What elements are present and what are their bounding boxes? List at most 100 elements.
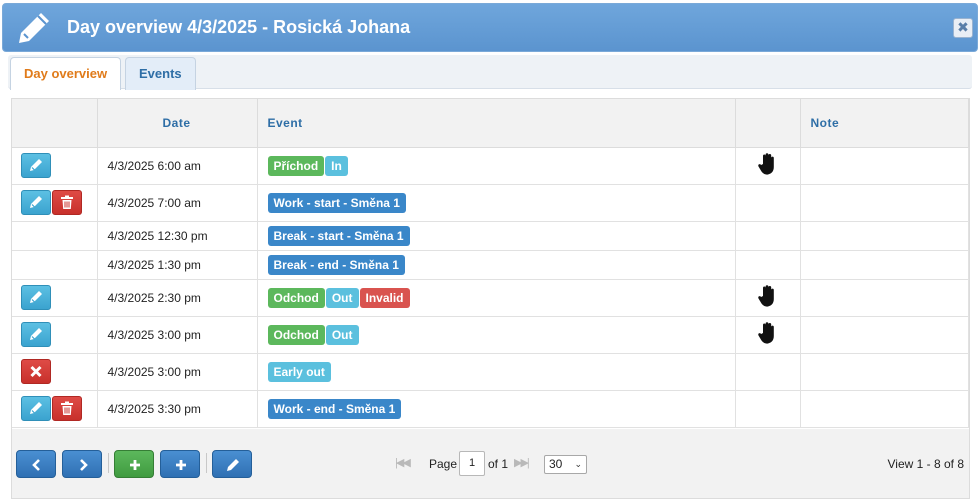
row-event-cell: Odchod Out Invalid — [257, 279, 736, 317]
delete-row-button[interactable] — [52, 190, 82, 215]
pencil-icon — [30, 196, 42, 208]
event-label: In — [325, 155, 348, 176]
pager-bar: |◀◀ Page 1 of 1 ▶▶| 30 ⌄ View 1 - 8 of 8 — [12, 429, 969, 498]
row-actions-cell — [12, 279, 98, 317]
table-row[interactable]: 4/3/2025 1:30 pm Break - end - Směna 1 — [12, 250, 969, 280]
dialog-titlebar[interactable]: Day overview 4/3/2025 - Rosická Johana ✖ — [2, 3, 978, 52]
row-note — [800, 390, 969, 428]
pencil-icon — [227, 459, 239, 471]
event-label: Odchod — [267, 324, 325, 345]
col-header-icon — [735, 99, 801, 148]
page-input[interactable]: 1 — [459, 451, 485, 476]
row-note — [800, 279, 969, 317]
separator — [108, 453, 109, 473]
table-row[interactable]: 4/3/2025 3:00 pm Early out — [12, 353, 969, 391]
table-row[interactable]: 4/3/2025 3:30 pm Work - end - Směna 1 — [12, 390, 969, 428]
row-actions-cell — [12, 250, 98, 280]
next-button[interactable] — [62, 450, 102, 478]
prev-button[interactable] — [16, 450, 56, 478]
page-size-value: 30 — [549, 457, 563, 471]
col-header-event[interactable]: Event — [257, 99, 736, 148]
row-icon-cell — [735, 279, 801, 317]
row-date: 4/3/2025 3:00 pm — [97, 353, 258, 391]
event-label: Break - start - Směna 1 — [267, 225, 410, 246]
edit-row-button[interactable] — [21, 153, 51, 178]
event-label: Work - end - Směna 1 — [267, 398, 402, 419]
tab-day-overview[interactable]: Day overview — [10, 57, 122, 90]
row-actions-cell — [12, 221, 98, 251]
pencil-icon — [30, 402, 42, 414]
row-date: 4/3/2025 3:00 pm — [97, 316, 258, 354]
add-button[interactable] — [114, 450, 154, 478]
delete-row-button[interactable] — [52, 396, 82, 421]
row-date: 4/3/2025 12:30 pm — [97, 221, 258, 251]
row-note — [800, 353, 969, 391]
row-event-cell: Break - start - Směna 1 — [257, 221, 736, 251]
row-date: 4/3/2025 3:30 pm — [97, 390, 258, 428]
row-note — [800, 250, 969, 280]
row-date: 4/3/2025 6:00 am — [97, 147, 258, 185]
event-label: Invalid — [359, 287, 410, 308]
row-event-cell: Work - start - Směna 1 — [257, 184, 736, 222]
row-actions-cell — [12, 353, 98, 391]
trash-icon — [61, 195, 73, 209]
row-event-cell: Early out — [257, 353, 736, 391]
chevron-left-icon — [32, 459, 40, 471]
events-grid: Date Event Note 4/3/2025 6:00 am Příchod I… — [11, 98, 970, 499]
event-label: Odchod — [267, 287, 325, 308]
tab-events[interactable]: Events — [125, 57, 196, 90]
table-row[interactable]: 4/3/2025 6:00 am Příchod In — [12, 147, 969, 185]
event-label: Out — [325, 324, 359, 345]
cancel-row-button[interactable] — [21, 359, 51, 384]
row-note — [800, 221, 969, 251]
table-row[interactable]: 4/3/2025 7:00 am Work - start - Směna 1 — [12, 184, 969, 222]
row-icon-cell — [735, 147, 801, 185]
events-table: Date Event Note 4/3/2025 6:00 am Příchod I… — [12, 99, 969, 428]
row-actions-cell — [12, 390, 98, 428]
edit-button[interactable] — [212, 450, 252, 478]
hand-icon — [757, 285, 774, 307]
pencil-icon — [30, 159, 42, 171]
event-label: Early out — [267, 361, 331, 382]
hand-icon — [757, 153, 774, 175]
table-row[interactable]: 4/3/2025 12:30 pm Break - start - Směna 1 — [12, 221, 969, 251]
last-page-icon[interactable]: ▶▶| — [514, 456, 530, 469]
row-date: 4/3/2025 7:00 am — [97, 184, 258, 222]
edit-row-button[interactable] — [21, 322, 51, 347]
row-icon-cell — [735, 221, 801, 251]
event-label: Work - start - Směna 1 — [267, 192, 406, 213]
page-count-label: of 1 — [488, 457, 509, 471]
hand-icon — [757, 322, 774, 344]
row-event-cell: Příchod In — [257, 147, 736, 185]
page-size-select[interactable]: 30 ⌄ — [544, 455, 587, 474]
day-overview-dialog: Day overview 4/3/2025 - Rosická Johana ✖… — [0, 0, 980, 501]
col-header-note[interactable]: Note — [800, 99, 969, 148]
separator — [206, 453, 207, 473]
chevron-down-icon: ⌄ — [574, 459, 582, 469]
add-item-button[interactable] — [160, 450, 200, 478]
row-event-cell: Break - end - Směna 1 — [257, 250, 736, 280]
row-note — [800, 147, 969, 185]
row-date: 4/3/2025 2:30 pm — [97, 279, 258, 317]
table-row[interactable]: 4/3/2025 3:00 pm Odchod Out — [12, 316, 969, 354]
row-icon-cell — [735, 184, 801, 222]
cancel-icon — [30, 365, 42, 378]
edit-row-button[interactable] — [21, 285, 51, 310]
edit-row-button[interactable] — [21, 396, 51, 421]
edit-row-button[interactable] — [21, 190, 51, 215]
row-event-cell: Odchod Out — [257, 316, 736, 354]
first-page-icon[interactable]: |◀◀ — [395, 456, 411, 469]
table-row[interactable]: 4/3/2025 2:30 pm Odchod Out Invalid — [12, 279, 969, 317]
row-actions-cell — [12, 184, 98, 222]
chevron-right-icon — [80, 459, 88, 471]
row-icon-cell — [735, 316, 801, 354]
view-records-text: View 1 - 8 of 8 — [887, 457, 965, 471]
close-button[interactable]: ✖ — [953, 18, 973, 38]
event-label: Break - end - Směna 1 — [267, 254, 405, 275]
dialog-title: Day overview 4/3/2025 - Rosická Johana — [67, 17, 411, 37]
event-label: Out — [325, 287, 359, 308]
row-note — [800, 184, 969, 222]
event-label: Příchod — [267, 155, 325, 176]
row-icon-cell — [735, 353, 801, 391]
col-header-date[interactable]: Date — [97, 99, 258, 148]
